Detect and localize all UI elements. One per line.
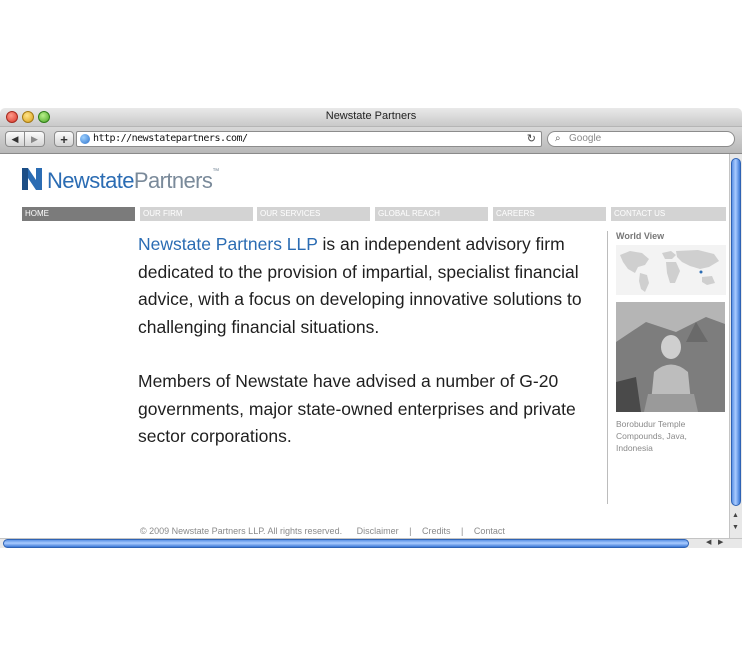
horizontal-scroll-thumb[interactable]	[3, 539, 689, 548]
main-copy: Newstate Partners LLP is an independent …	[138, 231, 588, 478]
back-arrow-icon: ◀	[11, 133, 19, 144]
web-page: NewstatePartners™ HOME OUR FIRM OUR SERV…	[0, 154, 729, 538]
nav-our-services[interactable]: OUR SERVICES	[257, 207, 370, 221]
plus-icon: +	[60, 131, 68, 147]
browser-toolbar: ◀ ▶ + http://newstatepartners.com/ ↻ ⌕ G…	[0, 127, 742, 154]
window-title: Newstate Partners	[325, 110, 417, 122]
newstate-logo-icon	[22, 168, 42, 190]
buddha-statue-image	[616, 302, 725, 412]
back-button[interactable]: ◀	[5, 131, 25, 147]
footer-separator: |	[409, 526, 412, 536]
firm-name: Newstate Partners LLP	[138, 234, 318, 254]
sidebar: World View Borobudur Temple Compounds, J…	[616, 231, 726, 453]
forward-button[interactable]: ▶	[25, 131, 45, 147]
photo-caption: Borobudur Temple Compounds, Java, Indone…	[616, 419, 687, 453]
scroll-up-arrow-icon[interactable]: ▲	[732, 512, 739, 519]
url-text[interactable]: http://newstatepartners.com/	[93, 133, 248, 144]
page-footer: © 2009 Newstate Partners LLP. All rights…	[140, 526, 505, 536]
scroll-left-arrow-icon[interactable]: ◀	[706, 538, 711, 546]
forward-arrow-icon: ▶	[31, 133, 38, 144]
world-map-icon	[616, 245, 726, 295]
sidebar-title: World View	[616, 231, 665, 241]
search-field[interactable]: ⌕ Google	[547, 131, 735, 147]
title-bar: Newstate Partners	[0, 108, 742, 127]
scroll-right-arrow-icon[interactable]: ▶	[718, 538, 723, 546]
nav-global-reach[interactable]: GLOBAL REACH	[375, 207, 488, 221]
search-placeholder: Google	[569, 133, 602, 144]
footer-separator: |	[461, 526, 464, 536]
footer-link-contact[interactable]: Contact	[474, 526, 505, 536]
main-navigation: HOME OUR FIRM OUR SERVICES GLOBAL REACH …	[22, 207, 726, 221]
globe-icon	[80, 134, 90, 144]
search-icon: ⌕	[555, 133, 561, 144]
nav-home[interactable]: HOME	[22, 207, 135, 221]
nav-careers[interactable]: CAREERS	[493, 207, 606, 221]
footer-link-credits[interactable]: Credits	[422, 526, 451, 536]
nav-contact-us[interactable]: CONTACT US	[611, 207, 726, 221]
reload-icon[interactable]: ↻	[527, 132, 536, 145]
nav-our-firm[interactable]: OUR FIRM	[140, 207, 253, 221]
browser-window: Newstate Partners ◀ ▶ + http://newstatep…	[0, 108, 742, 548]
column-divider	[607, 231, 608, 504]
vertical-scrollbar[interactable]: ▲ ▼	[729, 154, 742, 538]
logo-wordmark: NewstatePartners™	[47, 168, 219, 193]
scroll-down-arrow-icon[interactable]: ▼	[732, 524, 739, 531]
footer-link-disclaimer[interactable]: Disclaimer	[357, 526, 399, 536]
horizontal-scrollbar[interactable]: ◀ ▶	[0, 538, 742, 548]
copyright-text: © 2009 Newstate Partners LLP. All rights…	[140, 526, 343, 536]
address-bar[interactable]: http://newstatepartners.com/ ↻	[76, 131, 542, 147]
members-paragraph: Members of Newstate have advised a numbe…	[138, 371, 576, 446]
vertical-scroll-thumb[interactable]	[731, 158, 741, 506]
add-bookmark-button[interactable]: +	[54, 131, 74, 147]
intro-paragraph: Newstate Partners LLP is an independent …	[138, 231, 588, 341]
temple-photo	[616, 302, 725, 412]
